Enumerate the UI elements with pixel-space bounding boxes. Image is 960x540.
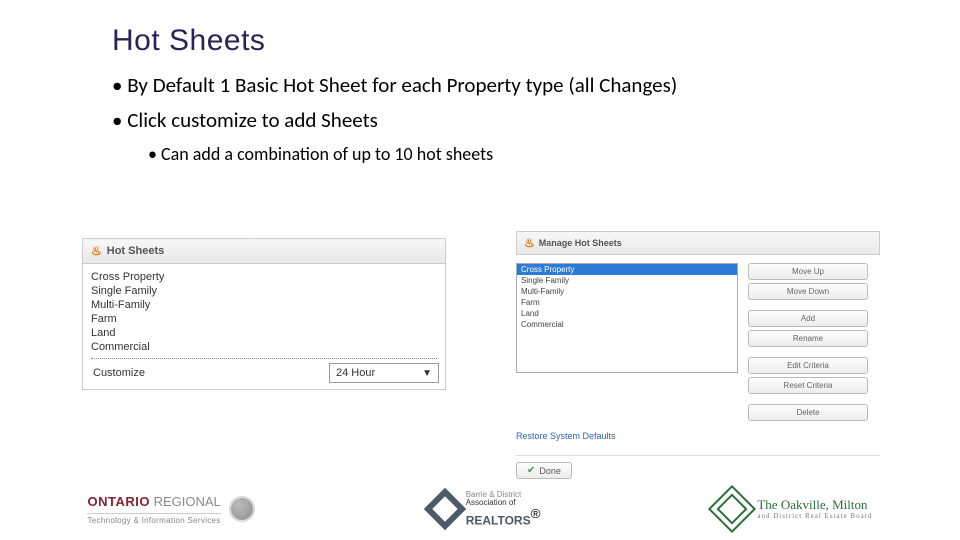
list-item[interactable]: Commercial xyxy=(517,319,737,330)
list-item[interactable]: Commercial xyxy=(91,340,437,354)
reset-criteria-button[interactable]: Reset Criteria xyxy=(748,377,868,394)
house-icon xyxy=(423,488,465,530)
customize-link[interactable]: Customize xyxy=(89,365,149,381)
bullet-2-sub: Can add a combination of up to 10 hot sh… xyxy=(148,143,832,166)
move-down-button[interactable]: Move Down xyxy=(748,283,868,300)
hot-sheets-header-label: Hot Sheets xyxy=(107,245,164,257)
list-item[interactable]: Single Family xyxy=(91,284,437,298)
hot-sheets-footer: Customize 24 Hour ▼ xyxy=(83,359,445,389)
logo2-line3: REALTORS xyxy=(466,513,531,527)
logo1-word1: ONTARIO xyxy=(87,494,149,509)
list-item[interactable]: Single Family xyxy=(517,275,737,286)
hot-sheets-list: Cross Property Single Family Multi-Famil… xyxy=(83,264,445,359)
edit-criteria-button[interactable]: Edit Criteria xyxy=(748,357,868,374)
logo2-reg: ® xyxy=(531,506,541,521)
logo1-tagline: Technology & Information Services xyxy=(87,513,220,525)
globe-icon xyxy=(229,496,255,522)
list-item[interactable]: Multi-Family xyxy=(517,286,737,297)
done-button[interactable]: ✔ Done xyxy=(516,462,572,479)
done-row: ✔ Done xyxy=(516,455,880,479)
lozenge-icon xyxy=(708,485,756,533)
slide: Hot Sheets By Default 1 Basic Hot Sheet … xyxy=(0,0,960,540)
logo-barrie-realtors: Barrie & District Association of REALTOR… xyxy=(430,491,541,528)
flame-icon: ♨ xyxy=(91,244,102,258)
list-item[interactable]: Farm xyxy=(517,297,737,308)
list-item[interactable]: Land xyxy=(91,326,437,340)
time-range-select[interactable]: 24 Hour ▼ xyxy=(329,363,439,383)
manage-header-label: Manage Hot Sheets xyxy=(539,238,622,248)
hot-sheets-widget: ♨ Hot Sheets Cross Property Single Famil… xyxy=(82,238,446,390)
caret-down-icon: ▼ xyxy=(422,368,432,379)
logo-oakville-milton: The Oakville, Milton and District Real E… xyxy=(715,492,872,526)
logo3-line2: and District Real Estate Board xyxy=(757,513,872,521)
logo3-line1: The Oakville, Milton xyxy=(757,498,872,512)
list-item[interactable]: Farm xyxy=(91,312,437,326)
footer-logos: ONTARIO REGIONAL Technology & Informatio… xyxy=(0,491,960,528)
manage-header: ♨ Manage Hot Sheets xyxy=(516,231,880,255)
list-item[interactable]: Cross Property xyxy=(91,270,437,284)
restore-defaults-link[interactable]: Restore System Defaults xyxy=(516,431,880,441)
logo1-word2: REGIONAL xyxy=(150,494,221,509)
flame-icon: ♨ xyxy=(524,236,535,250)
time-range-value: 24 Hour xyxy=(336,367,375,379)
bullet-2: Click customize to add Sheets xyxy=(112,107,832,134)
bullet-1: By Default 1 Basic Hot Sheet for each Pr… xyxy=(112,72,832,99)
rename-button[interactable]: Rename xyxy=(748,330,868,347)
list-item[interactable]: Multi-Family xyxy=(91,298,437,312)
move-up-button[interactable]: Move Up xyxy=(748,263,868,280)
list-item[interactable]: Cross Property xyxy=(517,264,737,275)
add-button[interactable]: Add xyxy=(748,310,868,327)
manage-hot-sheets-dialog: ♨ Manage Hot Sheets Cross Property Singl… xyxy=(516,231,880,479)
slide-title: Hot Sheets xyxy=(112,24,265,58)
list-item[interactable]: Land xyxy=(517,308,737,319)
logo-ontario-regional: ONTARIO REGIONAL Technology & Informatio… xyxy=(87,493,254,525)
check-icon: ✔ xyxy=(527,465,535,476)
logo2-line2: Association of xyxy=(466,499,541,507)
delete-button[interactable]: Delete xyxy=(748,404,868,421)
manage-buttons: Move Up Move Down Add Rename Edit Criter… xyxy=(748,263,868,421)
hot-sheets-header: ♨ Hot Sheets xyxy=(83,239,445,264)
manage-list[interactable]: Cross Property Single Family Multi-Famil… xyxy=(516,263,738,373)
bullet-list: By Default 1 Basic Hot Sheet for each Pr… xyxy=(112,72,832,166)
done-label: Done xyxy=(539,466,561,476)
